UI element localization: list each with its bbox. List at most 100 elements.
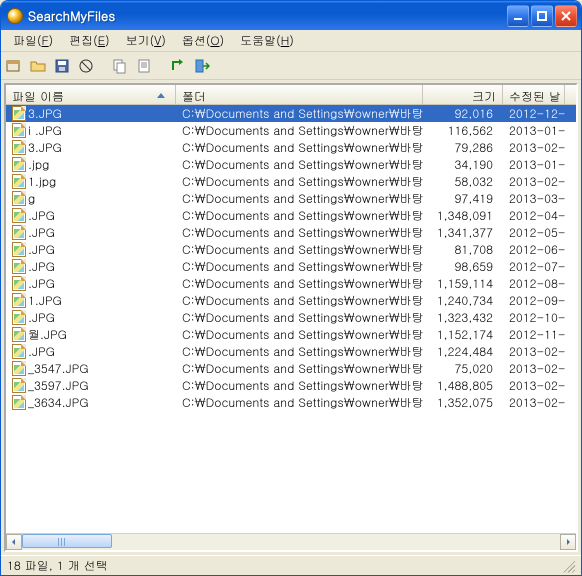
image-file-icon [12,208,26,223]
open-folder-icon[interactable] [29,57,47,75]
table-row[interactable]: 1.jpg C:₩Documents and Settings₩owner₩바탕 … [6,173,576,190]
titlebar[interactable]: SearchMyFiles [1,1,581,30]
image-file-icon [12,310,26,325]
minimize-button[interactable] [507,5,529,27]
file-modified: 2013-02- [503,173,565,190]
exit-icon[interactable] [193,57,211,75]
file-folder: C:₩Documents and Settings₩owner₩바탕 화면₩달력 [176,105,423,122]
table-row[interactable]: .JPGC:₩Documents and Settings₩owner₩바탕 화… [6,224,576,241]
file-modified: 2012-07- [503,258,565,275]
file-folder: C:₩Documents and Settings₩owner₩바탕 화면₩달력 [176,173,423,190]
file-name: .JPG [28,241,55,258]
image-file-icon [12,259,26,274]
results-pane: 파일 이름 폴더 크기 수정된 날 3.JPGC:₩Documents and … [4,83,578,552]
close-button[interactable] [555,5,577,27]
properties-icon[interactable] [135,57,153,75]
file-folder: C:₩Documents and Settings₩owner₩바탕 화면₩달력 [176,122,423,139]
table-row[interactable]: gC:₩Documents and Settings₩owner₩바탕 화면97… [6,190,576,207]
menu-options[interactable]: 옵션(O) [174,30,232,51]
file-name: .JPG [28,309,55,326]
file-name: .JPG [28,343,55,360]
file-modified: 2012-09- [503,292,565,309]
table-row[interactable]: i .JPGC:₩Documents and Settings₩owner₩바탕… [6,122,576,139]
file-size: 1,348,091 [423,207,503,224]
new-search-icon[interactable] [5,57,23,75]
file-modified: 2013-02- [503,360,565,377]
scroll-left-button[interactable] [6,534,22,550]
refresh-icon[interactable] [169,57,187,75]
file-modified: 2013-02- [503,394,565,411]
scroll-right-button[interactable] [560,534,576,550]
app-window: SearchMyFiles 파일(F) 편집(E) 보기(V) 옵션(O) 도움… [0,0,582,576]
table-row[interactable]: 월.JPGC:₩Documents and Settings₩owner₩바탕 … [6,326,576,343]
table-row[interactable]: _3634.JPGC:₩Documents and Settings₩owner… [6,394,576,411]
table-row[interactable]: 3.JPGC:₩Documents and Settings₩owner₩바탕 … [6,139,576,156]
table-row[interactable]: .JPG C:₩Documents and Settings₩owner₩바탕 화… [6,309,576,326]
column-header-folder[interactable]: 폴더 [176,85,423,104]
file-modified: 2013-01- [503,156,565,173]
file-folder: C:₩Documents and Settings₩owner₩바탕 화면₩달력 [176,360,423,377]
file-size: 1,341,377 [423,224,503,241]
file-name: .JPG [28,224,55,241]
image-file-icon [12,157,26,172]
table-row[interactable]: .JPGC:₩Documents and Settings₩owner₩바탕 화… [6,241,576,258]
file-modified: 2012-10- [503,309,565,326]
save-icon[interactable] [53,57,71,75]
image-file-icon [12,344,26,359]
menu-edit[interactable]: 편집(E) [61,30,118,51]
horizontal-scrollbar[interactable] [6,533,576,550]
copy-icon[interactable] [111,57,129,75]
menu-file[interactable]: 파일(F) [5,30,61,51]
file-folder: C:₩Documents and Settings₩owner₩바탕 화면₩달력 [176,377,423,394]
maximize-button[interactable] [531,5,553,27]
image-file-icon [12,140,26,155]
window-title: SearchMyFiles [28,6,507,25]
table-row[interactable]: 3.JPGC:₩Documents and Settings₩owner₩바탕 … [6,105,576,122]
file-size: 81,708 [423,241,503,258]
file-size: 34,190 [423,156,503,173]
rows-container[interactable]: 3.JPGC:₩Documents and Settings₩owner₩바탕 … [6,105,576,533]
file-size: 79,286 [423,139,503,156]
file-modified: 2013-03- [503,190,565,207]
file-modified: 2012-04- [503,207,565,224]
toolbar [1,52,581,80]
table-row[interactable]: _3597.JPG C:₩Documents and Settings₩owner… [6,377,576,394]
menu-help[interactable]: 도움말(H) [232,30,302,51]
table-row[interactable]: 1.JPGC:₩Documents and Settings₩owner₩바탕 … [6,292,576,309]
table-row[interactable]: .JPGC:₩Documents and Settings₩owner₩바탕 화… [6,343,576,360]
column-header-name[interactable]: 파일 이름 [6,85,176,104]
scroll-thumb[interactable] [22,534,112,548]
file-modified: 2012-08- [503,275,565,292]
image-file-icon [12,191,26,206]
file-folder: C:₩Documents and Settings₩owner₩바탕 화면₩달력 [176,309,423,326]
image-file-icon [12,327,26,342]
menu-view[interactable]: 보기(V) [118,30,174,51]
status-text: 18 파일, 1 개 선택 [7,557,108,574]
file-size: 97,419 [423,190,503,207]
statusbar: 18 파일, 1 개 선택 [1,555,581,575]
image-file-icon [12,242,26,257]
column-header-size[interactable]: 크기 [423,85,503,104]
file-name: .JPG [28,207,55,224]
file-name: .jpg [28,156,49,173]
image-file-icon [12,378,26,393]
file-folder: C:₩Documents and Settings₩owner₩바탕 화면₩달력 [176,275,423,292]
table-row[interactable]: .jpgC:₩Documents and Settings₩owner₩바탕 화… [6,156,576,173]
table-row[interactable]: .JPGC:₩Documents and Settings₩owner₩바탕 화… [6,207,576,224]
file-name: 월.JPG [28,326,67,343]
file-size: 1,488,805 [423,377,503,394]
column-headers: 파일 이름 폴더 크기 수정된 날 [6,85,576,105]
image-file-icon [12,395,26,410]
stop-icon[interactable] [77,57,95,75]
table-row[interactable]: .JPGC:₩Documents and Settings₩owner₩바탕 화… [6,258,576,275]
column-header-modified[interactable]: 수정된 날 [503,85,565,104]
file-modified: 2012-05- [503,224,565,241]
file-modified: 2013-02- [503,343,565,360]
resize-grip-icon[interactable] [561,559,575,573]
file-name: 1.jpg [28,173,56,190]
table-row[interactable]: .JPGC:₩Documents and Settings₩owner₩바탕 화… [6,275,576,292]
table-row[interactable]: _3547.JPGC:₩Documents and Settings₩owner… [6,360,576,377]
scroll-track[interactable] [22,534,560,550]
file-modified: 2012-06- [503,241,565,258]
file-name: _3597.JPG [28,377,88,394]
